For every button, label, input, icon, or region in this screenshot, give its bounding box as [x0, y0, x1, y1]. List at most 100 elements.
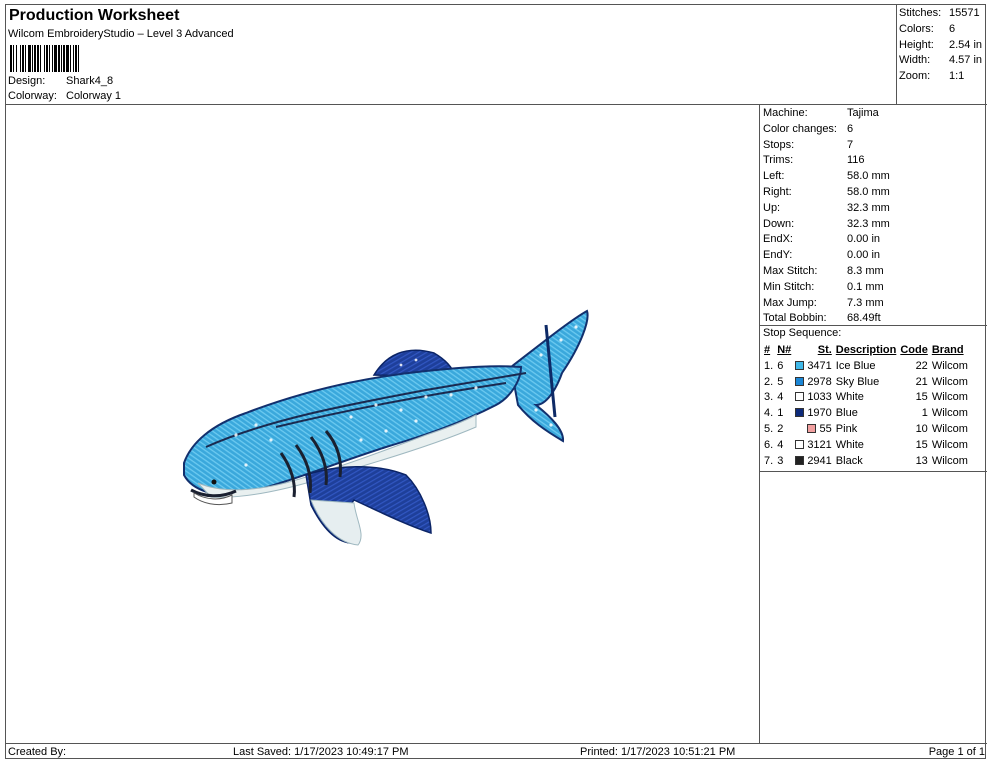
info-value: 58.0 mm	[847, 170, 890, 183]
stitches-row: Stitches: 15571	[899, 7, 980, 19]
cell-brand: Wilcom	[931, 391, 968, 404]
design-label: Design:	[8, 75, 46, 87]
info-value: 32.3 mm	[847, 217, 890, 230]
info-value: 0.00 in	[847, 233, 881, 246]
info-row: Min Stitch: 0.1 mm	[763, 281, 884, 293]
zoom-label: Zoom:	[899, 70, 931, 82]
stitch-count: 55	[819, 423, 832, 436]
printed-date: Printed: 1/17/2023 10:51:21 PM	[580, 746, 736, 758]
stitch-count: 1970	[807, 407, 832, 420]
barcode-bar	[79, 45, 80, 72]
stitch-count: 1033	[807, 391, 832, 404]
cell-n: 5	[777, 375, 784, 388]
info-label: Min Stitch:	[763, 280, 815, 293]
stop-sequence-table: # N# St. Description Code Brand 1. 6 3471…	[762, 342, 970, 469]
cell-st: 55	[793, 421, 834, 437]
worksheet-footer: Created By: Last Saved: 1/17/2023 10:49:…	[6, 743, 987, 760]
width-label: Width:	[899, 54, 931, 66]
info-value: 7	[847, 138, 854, 151]
cell-brand: Wilcom	[931, 454, 968, 467]
cell-n: 4	[777, 391, 784, 404]
colors-label: Colors:	[899, 23, 934, 35]
worksheet-header: Production Worksheet Wilcom EmbroiderySt…	[6, 5, 897, 105]
color-swatch	[795, 392, 805, 402]
col-brand: Brand	[931, 344, 964, 356]
info-value: 8.3 mm	[847, 265, 884, 277]
info-label: Total Bobbin:	[763, 312, 827, 325]
last-saved: Last Saved: 1/17/2023 10:49:17 PM	[233, 746, 409, 758]
info-label: EndY:	[763, 249, 793, 262]
info-label: EndX:	[763, 233, 793, 246]
cell-description: Sky Blue	[835, 375, 880, 388]
cell-st: 2978	[793, 374, 834, 390]
width-value: 4.57 in	[949, 54, 983, 66]
stitch-count: 2941	[807, 454, 832, 467]
cell-brand: Wilcom	[931, 375, 968, 388]
cell-description: White	[835, 391, 864, 404]
info-label: Machine:	[763, 107, 808, 119]
stop-sequence-title: Stop Sequence:	[763, 327, 842, 339]
cell-num: 2.	[764, 375, 774, 388]
cell-brand: Wilcom	[931, 359, 968, 372]
col-code: Code	[900, 344, 928, 356]
col-num: #	[764, 344, 771, 356]
info-label: Max Stitch:	[763, 265, 818, 277]
cell-num: 4.	[764, 407, 774, 420]
info-row: Trims: 116	[763, 154, 865, 166]
color-swatch	[795, 455, 805, 465]
color-swatch	[807, 424, 817, 434]
color-swatch	[795, 376, 805, 386]
cell-description: Black	[835, 454, 863, 467]
info-label: Left:	[763, 170, 785, 183]
stitches-value: 15571	[949, 7, 980, 19]
stop-sequence-header-row: # N# St. Description Code Brand	[762, 342, 970, 358]
stop-sequence-row: 2. 5 2978 Sky Blue 21 Wilcom	[762, 374, 970, 390]
info-row: Color changes: 6	[763, 123, 853, 135]
col-st: St.	[817, 344, 832, 356]
colorway-value: Colorway 1	[66, 90, 122, 102]
info-value: 7.3 mm	[847, 296, 884, 309]
cell-n: 4	[777, 438, 784, 451]
info-label: Stops:	[763, 138, 795, 151]
design-preview	[6, 105, 760, 743]
info-value: 116	[847, 154, 865, 167]
stitch-count: 3121	[807, 438, 832, 451]
cell-description: Ice Blue	[835, 359, 876, 372]
cell-num: 3.	[764, 391, 774, 404]
stitch-count: 3471	[807, 359, 832, 372]
cell-n: 6	[777, 359, 784, 372]
stop-sequence-row: 7. 3 2941 Black 13 Wilcom	[762, 453, 970, 469]
cell-brand: Wilcom	[931, 438, 968, 451]
height-value: 2.54 in	[949, 39, 983, 51]
color-swatch	[795, 360, 805, 370]
panel-divider	[760, 325, 987, 326]
info-row: Left: 58.0 mm	[763, 170, 890, 182]
design-value: Shark4_8	[66, 75, 114, 87]
cell-description: White	[835, 438, 864, 451]
cell-n: 1	[777, 407, 784, 420]
stop-sequence-row: 6. 4 3121 White 15 Wilcom	[762, 437, 970, 453]
cell-st: 3471	[793, 358, 834, 374]
stitches-label: Stitches:	[899, 7, 942, 19]
info-row: EndX: 0.00 in	[763, 233, 880, 245]
info-label: Trims:	[763, 154, 794, 167]
cell-code: 22	[915, 359, 928, 372]
info-row: EndY: 0.00 in	[763, 249, 880, 261]
info-value: 0.00 in	[847, 249, 881, 262]
panel-divider	[760, 471, 987, 472]
cell-st: 2941	[793, 453, 834, 469]
col-n: N#	[777, 344, 792, 356]
cell-num: 7.	[764, 454, 774, 467]
zoom-row: Zoom: 1:1	[899, 70, 964, 82]
worksheet-frame: Production Worksheet Wilcom EmbroiderySt…	[5, 4, 987, 760]
cell-num: 1.	[764, 359, 774, 372]
summary-stats: Stitches: 15571 Colors: 6 Height: 2.54 in W…	[897, 5, 987, 105]
stop-sequence-row: 5. 2 55 Pink 10 Wilcom	[762, 421, 970, 437]
info-value: 32.3 mm	[847, 201, 890, 214]
info-row: Max Jump: 7.3 mm	[763, 297, 884, 309]
cell-code: 1	[921, 407, 928, 420]
colorway-label: Colorway:	[8, 90, 57, 102]
cell-code: 10	[915, 423, 928, 436]
cell-code: 13	[915, 454, 928, 467]
info-row: Up: 32.3 mm	[763, 202, 890, 214]
